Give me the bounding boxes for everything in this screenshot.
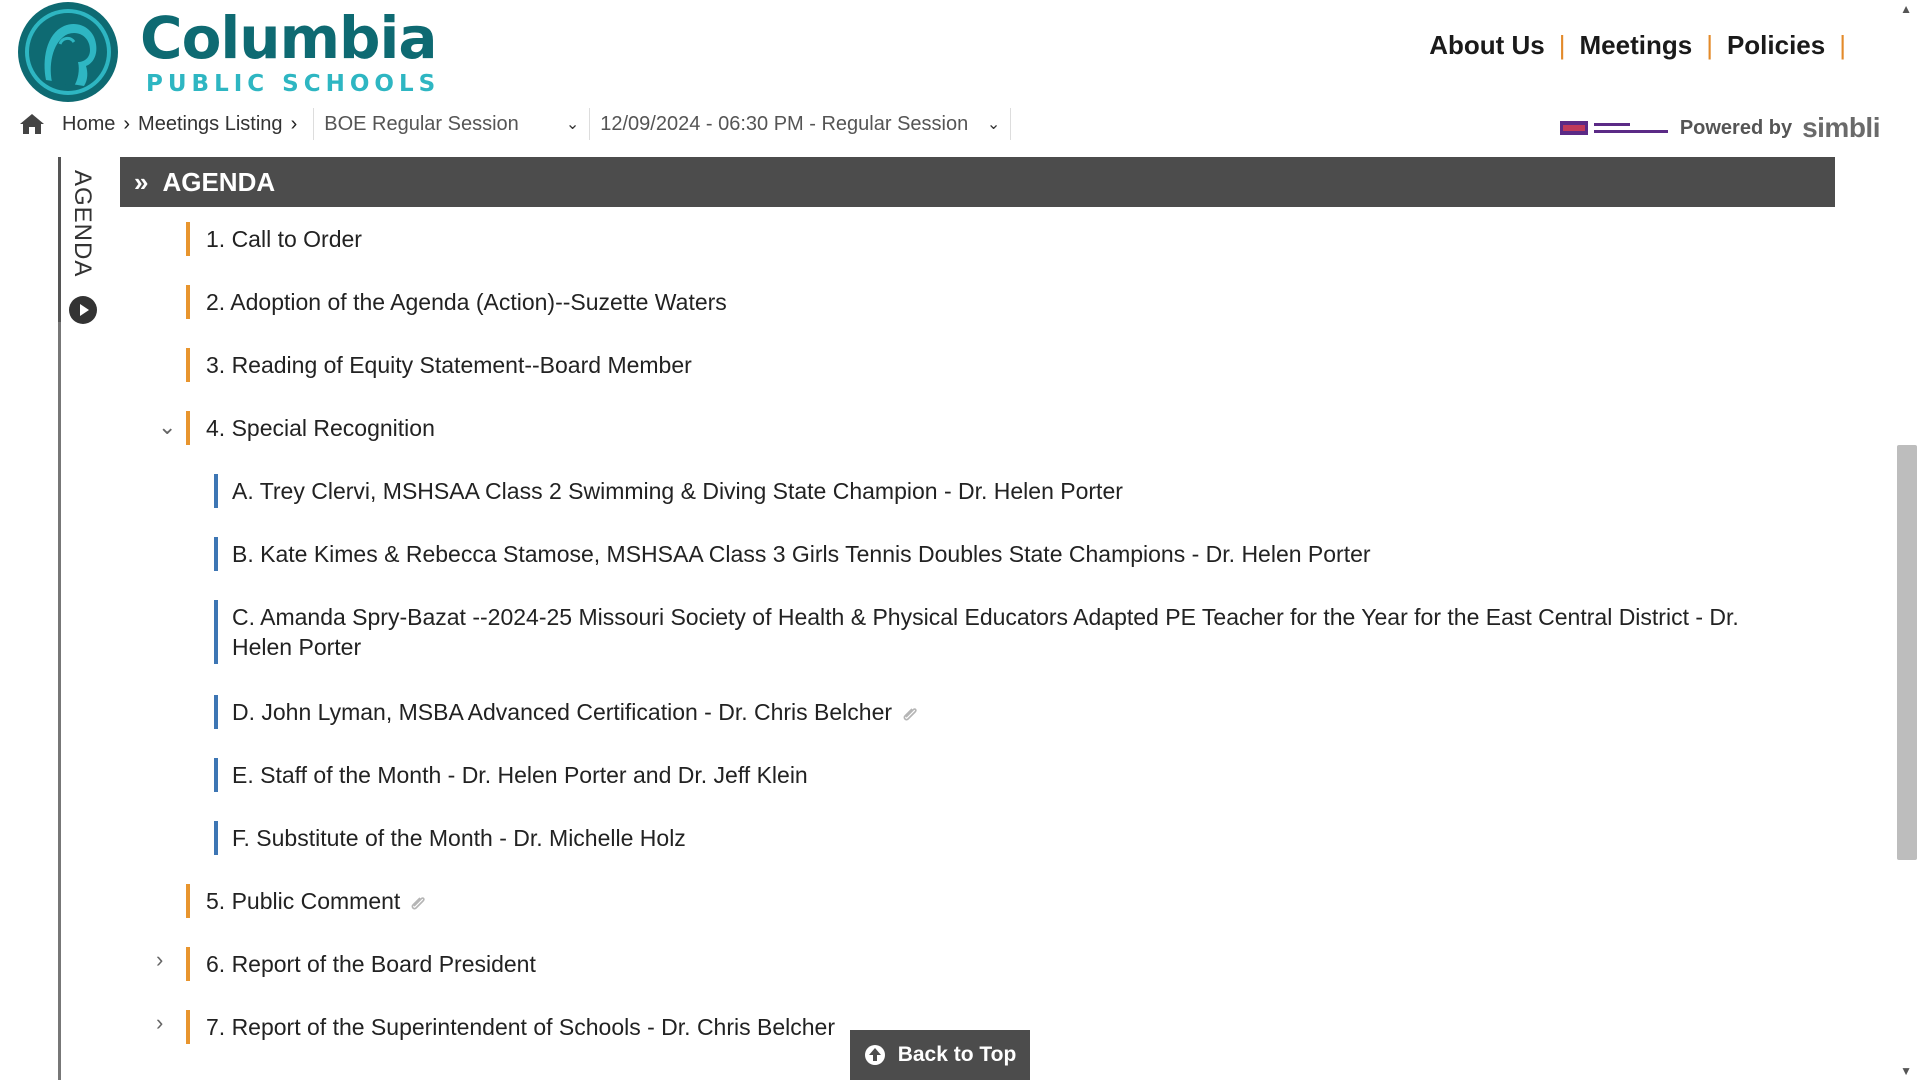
agenda-item[interactable]: 5. Public Comment xyxy=(186,884,428,918)
agenda-subitem-text: F. Substitute of the Month - Dr. Michell… xyxy=(232,825,686,851)
chevron-right-icon: › xyxy=(290,112,298,135)
nav-separator: | xyxy=(1706,30,1713,60)
agenda-item[interactable]: 7. Report of the Superintendent of Schoo… xyxy=(186,1010,835,1044)
breadcrumb-meetings-listing[interactable]: Meetings Listing xyxy=(138,113,283,136)
agenda-item-text: 6. Report of the Board President xyxy=(206,951,536,977)
subitem-marker xyxy=(214,821,218,855)
item-marker xyxy=(186,222,190,256)
item-marker xyxy=(186,411,190,445)
brand-name: Columbia xyxy=(140,4,438,72)
agenda-item-text: 5. Public Comment xyxy=(206,888,401,914)
agenda-subitem[interactable]: D. John Lyman, MSBA Advanced Certificati… xyxy=(214,695,920,729)
powered-by-text: Powered by xyxy=(1679,116,1793,139)
agenda-subitem-line: C. Amanda Spry-Bazat --2024-25 Missouri … xyxy=(232,604,1739,630)
breadcrumb: Home › Meetings Listing › BOE Regular Se… xyxy=(18,108,1012,140)
agenda-item[interactable]: 3. Reading of Equity Statement--Board Me… xyxy=(186,348,692,382)
agenda-item-text: 1. Call to Order xyxy=(206,226,362,252)
agenda-subitem[interactable]: F. Substitute of the Month - Dr. Michell… xyxy=(214,821,686,855)
agenda-title: AGENDA xyxy=(162,166,276,197)
double-chevron-icon: » xyxy=(134,166,149,197)
agenda-subitem-text: E. Staff of the Month - Dr. Helen Porter… xyxy=(232,762,808,788)
chevron-right-icon[interactable]: › xyxy=(156,947,163,973)
chevron-down-icon[interactable]: ⌄ xyxy=(158,414,176,440)
agenda-subitem-text: D. John Lyman, MSBA Advanced Certificati… xyxy=(232,699,893,725)
brand[interactable]: Columbia PUBLIC SCHOOLS xyxy=(140,6,440,98)
scroll-down-arrow[interactable]: ▼ xyxy=(1900,1064,1912,1078)
agenda-subitem[interactable]: C. Amanda Spry-Bazat --2024-25 Missouri … xyxy=(214,600,1814,664)
chevron-down-icon: ⌄ xyxy=(986,116,1001,133)
breadcrumb-home[interactable]: Home xyxy=(62,113,115,136)
subitem-marker xyxy=(214,600,218,664)
play-icon[interactable] xyxy=(68,295,98,325)
item-marker xyxy=(186,884,190,918)
top-nav: About Us | Meetings | Policies | xyxy=(1429,30,1860,61)
nav-separator: | xyxy=(1839,30,1846,60)
chevron-right-icon: › xyxy=(123,112,131,135)
agenda-subitem[interactable]: E. Staff of the Month - Dr. Helen Porter… xyxy=(214,758,808,792)
powered-by: Powered by simbli xyxy=(1559,112,1880,144)
subitem-marker xyxy=(214,537,218,571)
chevron-down-icon: ⌄ xyxy=(565,116,580,133)
agenda-subitem-text: B. Kate Kimes & Rebecca Stamose, MSHSAA … xyxy=(232,541,1371,567)
nav-policies[interactable]: Policies xyxy=(1727,30,1825,61)
scrollbar-thumb[interactable] xyxy=(1897,445,1917,860)
item-marker xyxy=(186,947,190,981)
nav-meetings[interactable]: Meetings xyxy=(1580,30,1693,61)
brand-subtitle: PUBLIC SCHOOLS xyxy=(146,71,441,97)
item-marker xyxy=(186,285,190,319)
simbli-logo[interactable]: simbli xyxy=(1802,112,1880,144)
back-to-top-label: Back to Top xyxy=(897,1043,1017,1066)
meeting-type-select[interactable]: BOE Regular Session ⌄ xyxy=(313,108,591,140)
agenda-subitem[interactable]: A. Trey Clervi, MSHSAA Class 2 Swimming … xyxy=(214,474,1123,508)
columbia-logo[interactable] xyxy=(16,0,122,104)
agenda-item-text: 4. Special Recognition xyxy=(206,415,435,441)
attachment-icon[interactable] xyxy=(408,892,428,912)
side-divider xyxy=(58,322,61,1080)
agenda-subitem[interactable]: B. Kate Kimes & Rebecca Stamose, MSHSAA … xyxy=(214,537,1371,571)
nav-about-us[interactable]: About Us xyxy=(1429,30,1545,61)
meeting-type-value: BOE Regular Session xyxy=(324,112,519,135)
agenda-subitem-line: Helen Porter xyxy=(232,634,362,660)
item-marker xyxy=(186,348,190,382)
agenda-item[interactable]: 6. Report of the Board President xyxy=(186,947,536,981)
meeting-date-value: 12/09/2024 - 06:30 PM - Regular Session xyxy=(600,112,969,135)
agenda-header[interactable]: » AGENDA xyxy=(120,157,1835,207)
msba-logo xyxy=(1559,121,1668,135)
subitem-marker xyxy=(214,474,218,508)
side-tab-label: AGENDA xyxy=(69,170,96,278)
attachment-icon[interactable] xyxy=(900,703,920,723)
back-to-top-button[interactable]: Back to Top xyxy=(850,1030,1030,1080)
side-divider xyxy=(58,157,61,322)
agenda-item-text: 7. Report of the Superintendent of Schoo… xyxy=(206,1014,835,1040)
subitem-marker xyxy=(214,758,218,792)
chevron-right-icon[interactable]: › xyxy=(156,1010,163,1036)
home-icon[interactable] xyxy=(18,112,46,136)
agenda-subitem-text: C. Amanda Spry-Bazat --2024-25 Missouri … xyxy=(232,600,1739,662)
subitem-marker xyxy=(214,695,218,729)
agenda-item-text: 2. Adoption of the Agenda (Action)--Suze… xyxy=(206,289,727,315)
agenda-item[interactable]: 1. Call to Order xyxy=(186,222,362,256)
nav-separator: | xyxy=(1558,30,1566,60)
agenda-item[interactable]: 2. Adoption of the Agenda (Action)--Suze… xyxy=(186,285,727,319)
agenda-subitem-text: A. Trey Clervi, MSHSAA Class 2 Swimming … xyxy=(232,478,1123,504)
meeting-date-select[interactable]: 12/09/2024 - 06:30 PM - Regular Session … xyxy=(590,108,1012,140)
agenda-item-text: 3. Reading of Equity Statement--Board Me… xyxy=(206,352,692,378)
arrow-up-icon xyxy=(864,1045,885,1065)
agenda-side-tab[interactable]: AGENDA xyxy=(68,170,108,330)
scroll-up-arrow[interactable]: ▲ xyxy=(1900,2,1912,16)
agenda-item[interactable]: 4. Special Recognition xyxy=(186,411,435,445)
item-marker xyxy=(186,1010,190,1044)
